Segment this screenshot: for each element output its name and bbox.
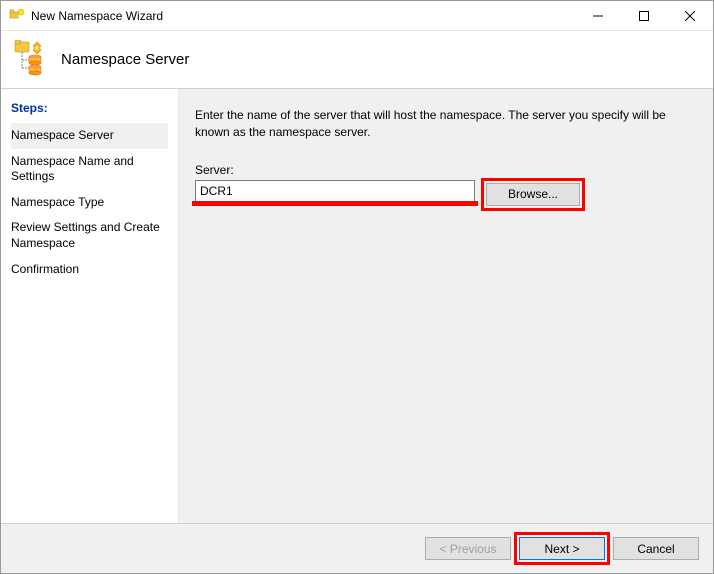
maximize-button[interactable] [621,1,667,31]
browse-button[interactable]: Browse... [486,183,580,206]
step-namespace-type[interactable]: Namespace Type [11,190,168,216]
cancel-button[interactable]: Cancel [613,537,699,560]
wizard-header: Namespace Server [1,31,713,89]
namespace-icon [11,40,51,80]
minimize-button[interactable] [575,1,621,31]
steps-sidebar: Steps: Namespace Server Namespace Name a… [1,89,179,523]
page-title: Namespace Server [61,51,189,68]
previous-button: < Previous [425,537,511,560]
step-review-settings[interactable]: Review Settings and Create Namespace [11,215,168,256]
server-input-row: Browse... [195,180,697,209]
window-controls [575,1,713,30]
titlebar: New Namespace Wizard [1,1,713,31]
step-namespace-name[interactable]: Namespace Name and Settings [11,149,168,190]
content-area: Steps: Namespace Server Namespace Name a… [1,89,713,523]
step-confirmation[interactable]: Confirmation [11,257,168,283]
close-button[interactable] [667,1,713,31]
wizard-footer: < Previous Next > Cancel [1,523,713,573]
instruction-text: Enter the name of the server that will h… [195,107,697,141]
server-input[interactable] [195,180,475,202]
step-namespace-server[interactable]: Namespace Server [11,123,168,149]
steps-heading: Steps: [11,101,168,115]
server-label: Server: [195,163,697,177]
app-icon [9,8,25,24]
window-title: New Namespace Wizard [31,9,575,23]
next-button[interactable]: Next > [519,537,605,560]
main-panel: Enter the name of the server that will h… [179,89,713,523]
